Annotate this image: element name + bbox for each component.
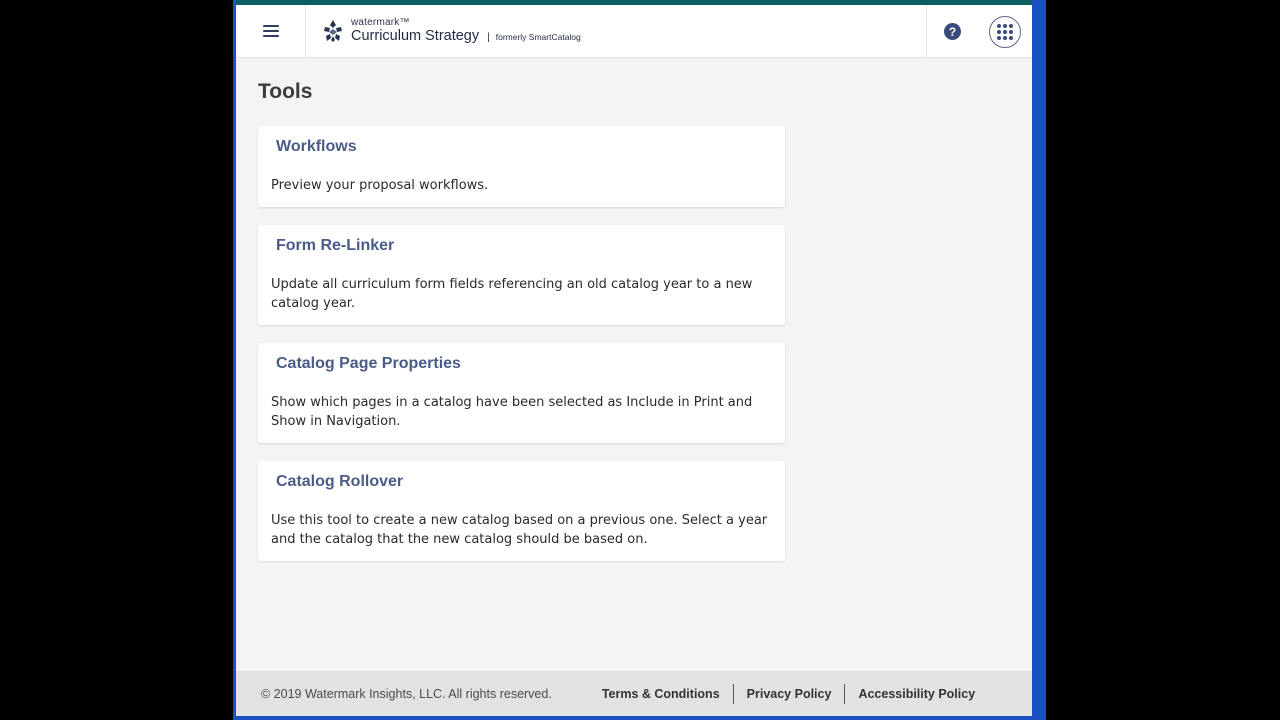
tool-description: Preview your proposal workflows. [271, 178, 489, 193]
top-header: watermark™ Curriculum Strategy | formerl… [236, 4, 1032, 58]
brand-separator: | [487, 32, 490, 44]
privacy-policy-link[interactable]: Privacy Policy [747, 687, 832, 701]
menu-button[interactable] [236, 4, 306, 58]
tool-card-catalog-page-properties: Catalog Page Properties Show which pages… [258, 343, 785, 443]
brand-watermark-label: watermark™ [351, 17, 410, 29]
tool-description: Update all curriculum form fields refere… [271, 277, 753, 311]
tool-card-catalog-rollover: Catalog Rollover Use this tool to create… [258, 461, 785, 561]
browser-window: watermark™ Curriculum Strategy | formerl… [233, 0, 1046, 720]
footer-divider [844, 683, 846, 704]
tool-description: Use this tool to create a new catalog ba… [271, 513, 768, 547]
tool-card-workflows: Workflows Preview your proposal workflow… [258, 126, 785, 207]
footer-links: Terms & Conditions Privacy Policy Access… [602, 683, 975, 704]
main-content: Tools Workflows Preview your proposal wo… [236, 80, 1032, 561]
tool-link-workflows[interactable]: Workflows [271, 138, 357, 156]
tool-card-form-relinker: Form Re-Linker Update all curriculum for… [258, 225, 785, 325]
desktop-background-left [0, 0, 233, 720]
accessibility-policy-link[interactable]: Accessibility Policy [858, 687, 975, 701]
tool-link-form-relinker[interactable]: Form Re-Linker [271, 237, 394, 255]
tool-link-catalog-rollover[interactable]: Catalog Rollover [271, 473, 403, 491]
watermark-logo-icon [324, 20, 342, 42]
app-grid-icon [989, 15, 1021, 48]
page-footer: © 2019 Watermark Insights, LLC. All righ… [236, 671, 1032, 716]
page-title: Tools [258, 80, 313, 103]
brand-logo-link[interactable]: watermark™ Curriculum Strategy | formerl… [322, 18, 581, 44]
question-circle-icon: ? [944, 23, 961, 40]
brand-product-name: Curriculum Strategy [351, 28, 480, 45]
tool-description: Show which pages in a catalog have been … [271, 395, 753, 429]
terms-link[interactable]: Terms & Conditions [602, 687, 720, 701]
hamburger-menu-icon [262, 25, 279, 37]
apps-switcher-button[interactable] [978, 5, 1032, 58]
copyright-text: © 2019 Watermark Insights, LLC. All righ… [261, 686, 552, 701]
footer-divider [732, 683, 734, 704]
tools-list: Workflows Preview your proposal workflow… [258, 126, 785, 561]
app-viewport: watermark™ Curriculum Strategy | formerl… [236, 0, 1032, 716]
help-button[interactable]: ? [926, 5, 978, 58]
header-actions: ? [926, 5, 1032, 58]
tool-link-catalog-page-properties[interactable]: Catalog Page Properties [271, 355, 461, 373]
brand-formerly-label: formerly SmartCatalog [495, 32, 581, 43]
desktop-background-right [1046, 0, 1280, 720]
